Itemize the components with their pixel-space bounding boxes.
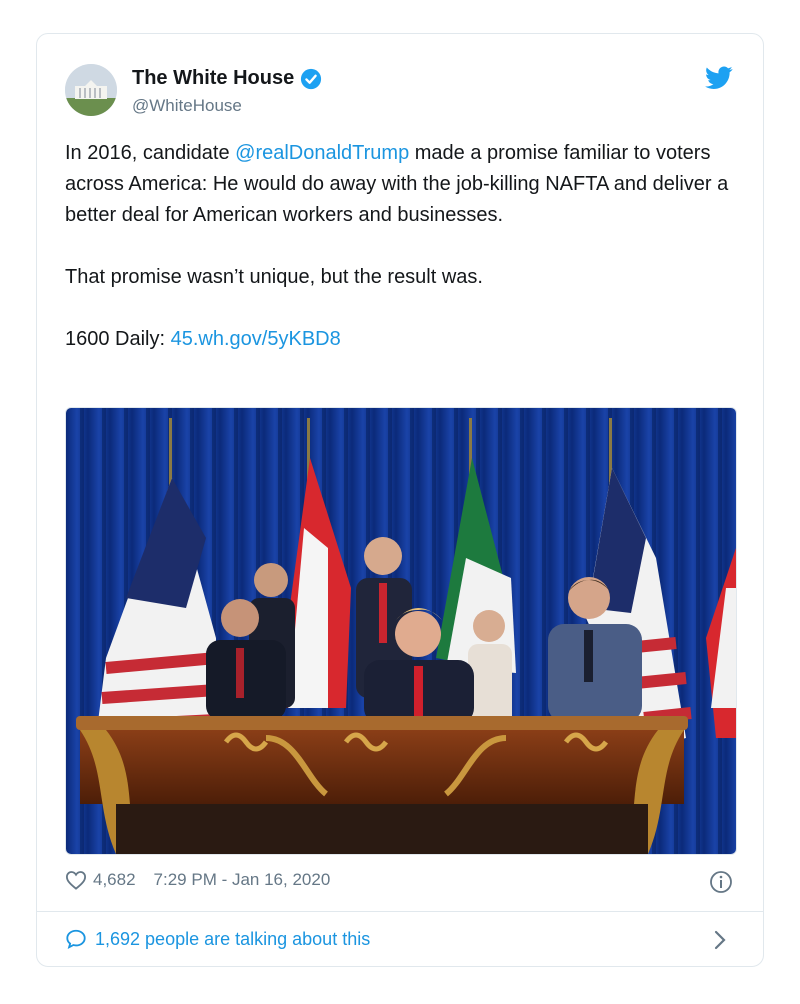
like-count[interactable]: 4,682 — [93, 870, 136, 890]
talking-count[interactable]: 1,692 people are talking about this — [95, 929, 370, 950]
heart-icon[interactable] — [65, 870, 87, 890]
tweet-paragraph-2: That promise wasn’t unique, but the resu… — [65, 266, 483, 288]
chevron-right-icon[interactable] — [713, 929, 727, 951]
author-name-row[interactable]: The White House — [132, 67, 322, 90]
tweet-text: In 2016, candidate @realDonaldTrump made… — [65, 138, 745, 355]
url-link[interactable]: 45.wh.gov/5yKBD8 — [171, 328, 341, 350]
author-handle[interactable]: @WhiteHouse — [132, 96, 242, 116]
conversation-link[interactable]: 1,692 people are talking about this — [65, 928, 370, 950]
twitter-bird-icon[interactable] — [705, 66, 733, 90]
footer-divider — [37, 911, 763, 912]
display-name[interactable]: The White House — [132, 67, 294, 90]
avatar[interactable] — [65, 64, 117, 116]
mention-link[interactable]: @realDonaldTrump — [235, 142, 409, 164]
verified-badge-icon — [301, 68, 322, 89]
tweet-paragraph-1: In 2016, candidate @realDonaldTrump made… — [65, 138, 745, 231]
tweet-paragraph-3: 1600 Daily: 45.wh.gov/5yKBD8 — [65, 324, 745, 355]
tweet-text-part: 1600 Daily: — [65, 328, 171, 350]
tweet-photo[interactable] — [65, 407, 737, 855]
timestamp[interactable]: 7:29 PM - Jan 16, 2020 — [154, 870, 331, 890]
tweet-text-part: In 2016, candidate — [65, 142, 236, 164]
info-icon[interactable] — [709, 870, 733, 894]
tweet-meta: 4,682 7:29 PM - Jan 16, 2020 — [65, 870, 330, 890]
speech-bubble-icon — [66, 929, 86, 950]
tweet-card: The White House @WhiteHouse In 2016, can… — [36, 33, 764, 967]
